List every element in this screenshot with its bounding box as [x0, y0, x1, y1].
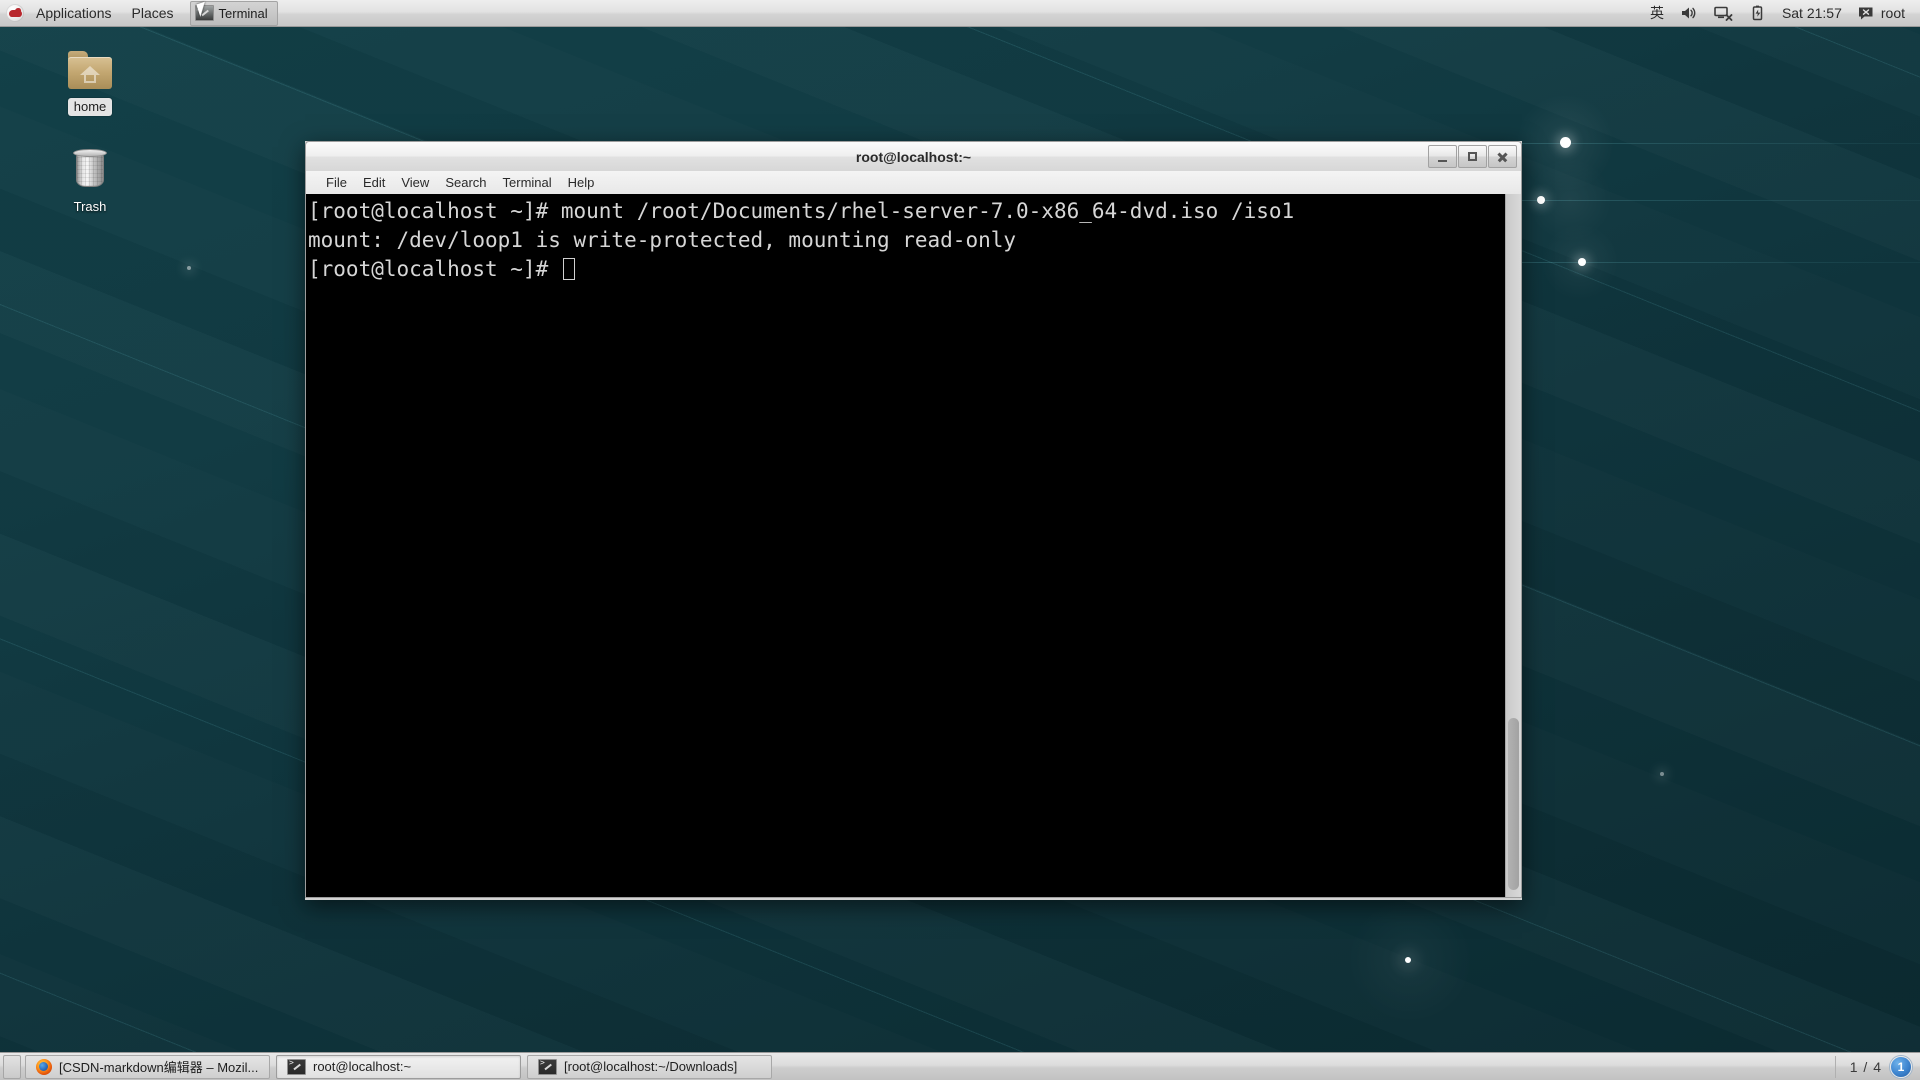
menu-help[interactable]: Help: [560, 171, 603, 194]
menu-applications[interactable]: Applications: [26, 0, 122, 27]
terminal-window[interactable]: root@localhost:~ File Edit View Search T…: [305, 141, 1522, 900]
terminal-icon: [194, 5, 214, 21]
terminal-body[interactable]: [root@localhost ~]# mount /root/Document…: [305, 194, 1522, 898]
close-button[interactable]: [1488, 145, 1517, 168]
workspace-switcher[interactable]: 1 / 4 1: [1834, 1055, 1920, 1078]
terminal-icon: [538, 1058, 557, 1075]
menu-file[interactable]: File: [318, 171, 355, 194]
minimize-button[interactable]: [1428, 145, 1457, 168]
top-window-list: Terminal: [189, 0, 278, 26]
speaker-icon: [1681, 7, 1696, 19]
desktop[interactable]: home Trash root@localhost:~ File Edit Vi…: [0, 0, 1920, 1080]
taskbar-item-label: root@localhost:~: [313, 1059, 412, 1074]
terminal-line-message: mount: /dev/loop1 is write-protected, mo…: [308, 228, 1017, 252]
wallpaper-dot: [1560, 137, 1571, 148]
menu-view[interactable]: View: [393, 171, 437, 194]
taskbar-item-firefox[interactable]: [CSDN-markdown编辑器 – Mozil...: [25, 1054, 270, 1079]
battery-icon: [1752, 5, 1763, 21]
window-titlebar[interactable]: root@localhost:~: [305, 141, 1522, 171]
wallpaper-dot: [1405, 957, 1411, 963]
wallpaper-dot: [1578, 258, 1586, 266]
terminal-prompt: [root@localhost ~]#: [308, 257, 561, 281]
input-method-indicator[interactable]: 英: [1643, 0, 1671, 27]
message-indicator[interactable]: [1851, 0, 1877, 27]
workspace-count-label: 1 / 4: [1849, 1058, 1882, 1075]
firefox-icon: [36, 1058, 52, 1075]
network-disconnected-icon: [1714, 6, 1733, 21]
wallpaper-dot: [1537, 196, 1545, 204]
terminal-line-command: [root@localhost ~]# mount /root/Document…: [308, 199, 1295, 223]
workspace-current-badge[interactable]: 1: [1890, 1055, 1912, 1078]
redhat-logo-icon[interactable]: [6, 4, 24, 22]
window-title: root@localhost:~: [855, 148, 972, 165]
minimize-icon: [1438, 159, 1447, 162]
message-icon: [1858, 7, 1873, 19]
desktop-icon-trash[interactable]: Trash: [48, 146, 132, 216]
top-window-item-label: Terminal: [218, 5, 268, 21]
desktop-icon-home[interactable]: home: [48, 46, 132, 116]
taskbar-item-terminal-downloads[interactable]: [root@localhost:~/Downloads]: [527, 1054, 772, 1079]
taskbar-item-label: [CSDN-markdown编辑器 – Mozil...: [59, 1060, 259, 1075]
taskbar-item-terminal-root[interactable]: root@localhost:~: [276, 1054, 521, 1079]
wallpaper-dot: [1660, 772, 1664, 776]
maximize-button[interactable]: [1458, 145, 1487, 168]
network-button[interactable]: [1707, 0, 1741, 27]
terminal-menubar: File Edit View Search Terminal Help: [305, 171, 1522, 194]
terminal-cursor: [562, 258, 575, 280]
top-window-item-terminal[interactable]: Terminal: [189, 0, 278, 26]
trash-icon: [66, 146, 114, 194]
bottom-panel: [CSDN-markdown编辑器 – Mozil... root@localh…: [0, 1052, 1920, 1080]
volume-button[interactable]: [1673, 0, 1705, 27]
power-button[interactable]: [1743, 0, 1773, 27]
terminal-icon: [287, 1058, 306, 1075]
show-desktop-button[interactable]: [3, 1054, 21, 1079]
top-panel: Applications Places Terminal 英: [0, 0, 1920, 27]
terminal-scrollbar-thumb[interactable]: [1508, 718, 1519, 890]
wallpaper-dot: [187, 266, 191, 270]
close-icon: [1497, 151, 1508, 162]
terminal-scrollbar[interactable]: [1505, 194, 1521, 897]
user-menu[interactable]: root: [1879, 0, 1912, 27]
terminal-screen[interactable]: [root@localhost ~]# mount /root/Document…: [306, 194, 1505, 897]
taskbar-window-list: [CSDN-markdown编辑器 – Mozil... root@localh…: [25, 1054, 1835, 1079]
home-folder-icon: [66, 46, 114, 94]
menu-places[interactable]: Places: [122, 0, 184, 27]
maximize-icon: [1468, 152, 1477, 161]
clock[interactable]: Sat 21:57: [1775, 0, 1849, 27]
taskbar-item-label: [root@localhost:~/Downloads]: [564, 1059, 738, 1074]
desktop-icon-label: home: [67, 98, 113, 116]
window-controls: [1428, 145, 1517, 168]
desktop-icon-label: Trash: [73, 199, 107, 214]
system-tray: 英 Sat 21:57 root: [1643, 0, 1920, 27]
menu-edit[interactable]: Edit: [355, 171, 393, 194]
menu-terminal[interactable]: Terminal: [495, 171, 560, 194]
menu-search[interactable]: Search: [437, 171, 494, 194]
terminal-output: [root@localhost ~]# mount /root/Document…: [308, 197, 1505, 284]
